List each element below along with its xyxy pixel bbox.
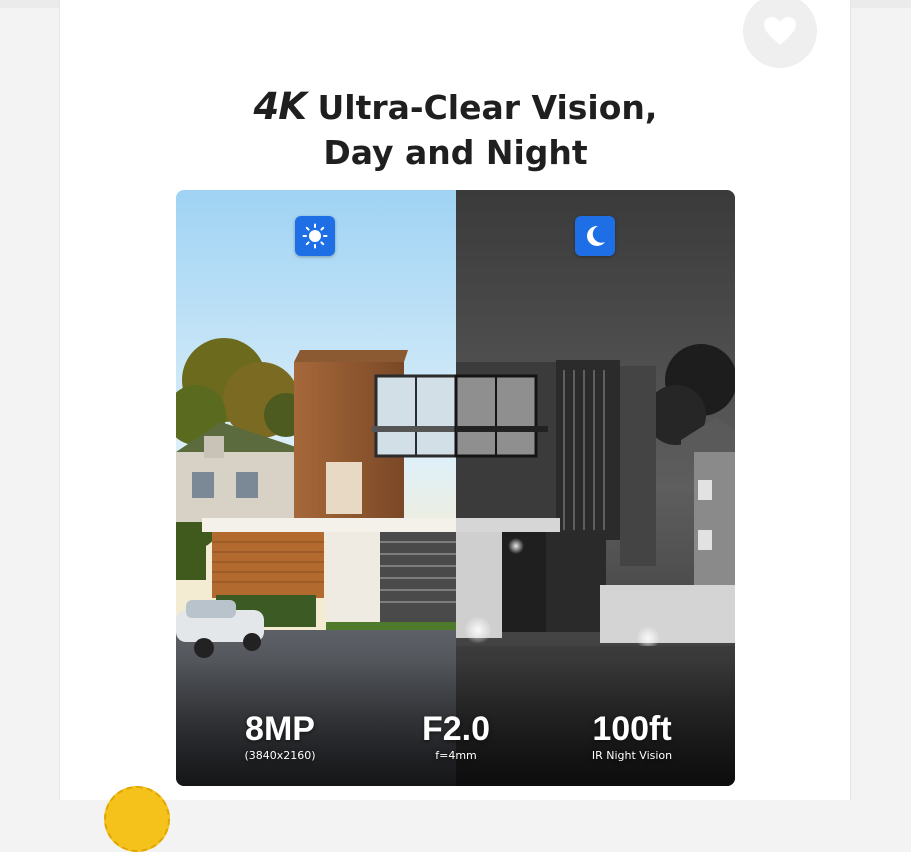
stat-aperture: F2.0 f=4mm (366, 710, 546, 764)
stat-value: 100ft (592, 710, 672, 748)
heading-line2: Day and Night (323, 133, 588, 172)
sun-icon (295, 216, 335, 256)
hero-illustration (176, 190, 735, 786)
stat-value: F2.0 (421, 710, 491, 748)
heading-accent: 4K (253, 85, 307, 128)
heart-icon (764, 17, 796, 45)
stat-resolution: 8MP (3840x2160) (190, 710, 370, 764)
award-seal-icon (104, 786, 170, 852)
stat-night-vision: 100ft IR Night Vision (542, 710, 722, 764)
product-heading: 4K Ultra-Clear Vision, Day and Night (0, 84, 911, 175)
stat-caption: IR Night Vision (591, 749, 673, 762)
stat-value: 8MP (245, 710, 315, 748)
stat-caption: f=4mm (435, 749, 477, 762)
heading-line1: Ultra-Clear Vision, (305, 88, 658, 127)
moon-icon (575, 216, 615, 256)
day-night-comparison-image: 8MP (3840x2160) F2.0 f=4mm 100ft IR Nigh… (176, 190, 735, 786)
stat-caption: (3840x2160) (244, 749, 316, 762)
